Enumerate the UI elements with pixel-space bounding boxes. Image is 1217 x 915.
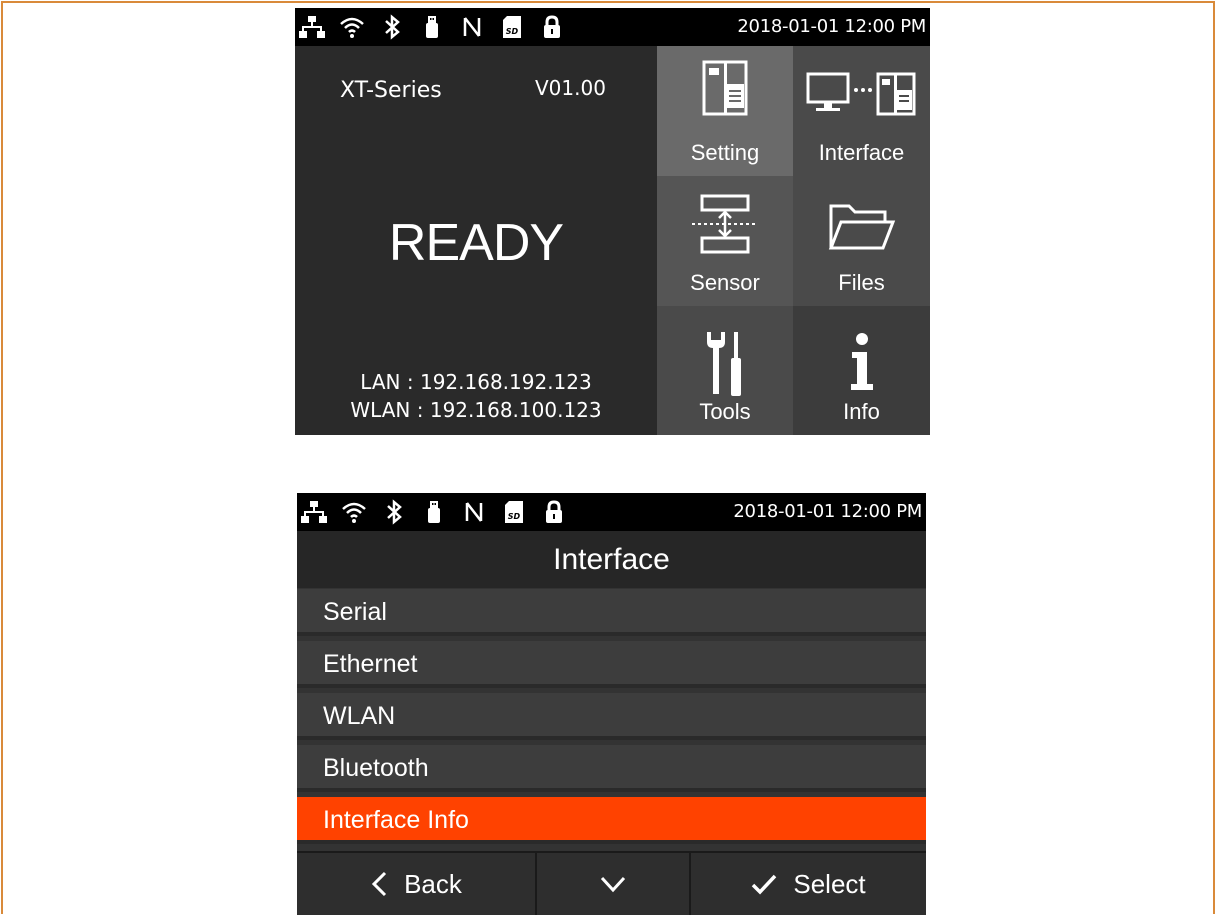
chevron-down-icon bbox=[600, 876, 626, 893]
tile-label: Setting bbox=[690, 140, 760, 165]
tile-setting[interactable]: Setting bbox=[657, 46, 793, 176]
bluetooth-icon bbox=[381, 499, 407, 525]
nfc-icon bbox=[459, 14, 485, 40]
menu-item-serial[interactable]: Serial bbox=[297, 589, 926, 636]
home-screen: SD 2018-01-01 12:00 PM XT-Series V01.00 … bbox=[295, 8, 930, 435]
tile-tools[interactable]: Tools bbox=[657, 306, 793, 435]
pc-printer-icon bbox=[793, 72, 930, 116]
select-button[interactable]: Select bbox=[691, 853, 926, 915]
tile-label: Info bbox=[843, 399, 880, 424]
tile-interface[interactable]: Interface bbox=[793, 46, 930, 176]
tile-info[interactable]: Info bbox=[793, 306, 930, 435]
ethernet-icon bbox=[301, 499, 327, 525]
chevron-left-icon bbox=[371, 871, 387, 897]
svg-text:SD: SD bbox=[506, 27, 519, 36]
status-bar: SD 2018-01-01 12:00 PM bbox=[295, 8, 930, 46]
sensor-icon bbox=[657, 194, 793, 256]
ethernet-icon bbox=[299, 14, 325, 40]
back-label: Back bbox=[404, 868, 462, 899]
tile-sensor[interactable]: Sensor bbox=[657, 176, 793, 306]
down-button[interactable] bbox=[537, 853, 691, 915]
wifi-icon bbox=[341, 499, 367, 525]
folder-icon bbox=[793, 202, 930, 252]
lan-address: LAN : 192.168.192.123 bbox=[360, 370, 592, 394]
sd-card-icon: SD bbox=[499, 14, 525, 40]
datetime: 2018-01-01 12:00 PM bbox=[733, 501, 922, 522]
info-icon bbox=[793, 332, 930, 392]
nfc-icon bbox=[461, 499, 487, 525]
bottom-nav-bar: Back Select bbox=[297, 851, 926, 915]
sd-card-icon: SD bbox=[501, 499, 527, 525]
bluetooth-icon bbox=[379, 14, 405, 40]
menu-item-interface-info[interactable]: Interface Info bbox=[297, 797, 926, 844]
interface-screen: SD 2018-01-01 12:00 PM Interface Serial … bbox=[297, 493, 926, 915]
tools-icon bbox=[657, 330, 793, 398]
tile-label: Tools bbox=[699, 399, 751, 424]
tile-label: Interface bbox=[818, 140, 905, 165]
printer-status: READY bbox=[388, 214, 564, 272]
tile-files[interactable]: Files bbox=[793, 176, 930, 306]
model-name: XT-Series bbox=[340, 78, 442, 103]
menu-item-ethernet[interactable]: Ethernet bbox=[297, 641, 926, 688]
lock-icon bbox=[539, 14, 565, 40]
checkmark-icon bbox=[752, 874, 777, 895]
menu-item-bluetooth[interactable]: Bluetooth bbox=[297, 745, 926, 792]
tile-label: Sensor bbox=[690, 270, 760, 295]
svg-text:SD: SD bbox=[508, 512, 521, 521]
usb-icon bbox=[419, 14, 445, 40]
printer-setting-icon bbox=[657, 60, 793, 116]
menu-item-wlan[interactable]: WLAN bbox=[297, 693, 926, 740]
tile-label: Files bbox=[838, 270, 885, 295]
datetime: 2018-01-01 12:00 PM bbox=[737, 16, 926, 37]
lock-icon bbox=[541, 499, 567, 525]
wlan-address: WLAN : 192.168.100.123 bbox=[350, 398, 602, 422]
firmware-version: V01.00 bbox=[535, 76, 606, 100]
select-label: Select bbox=[793, 868, 866, 899]
page-title: Interface bbox=[297, 531, 926, 588]
usb-icon bbox=[421, 499, 447, 525]
wifi-icon bbox=[339, 14, 365, 40]
back-button[interactable]: Back bbox=[297, 853, 537, 915]
status-bar: SD 2018-01-01 12:00 PM bbox=[297, 493, 926, 531]
